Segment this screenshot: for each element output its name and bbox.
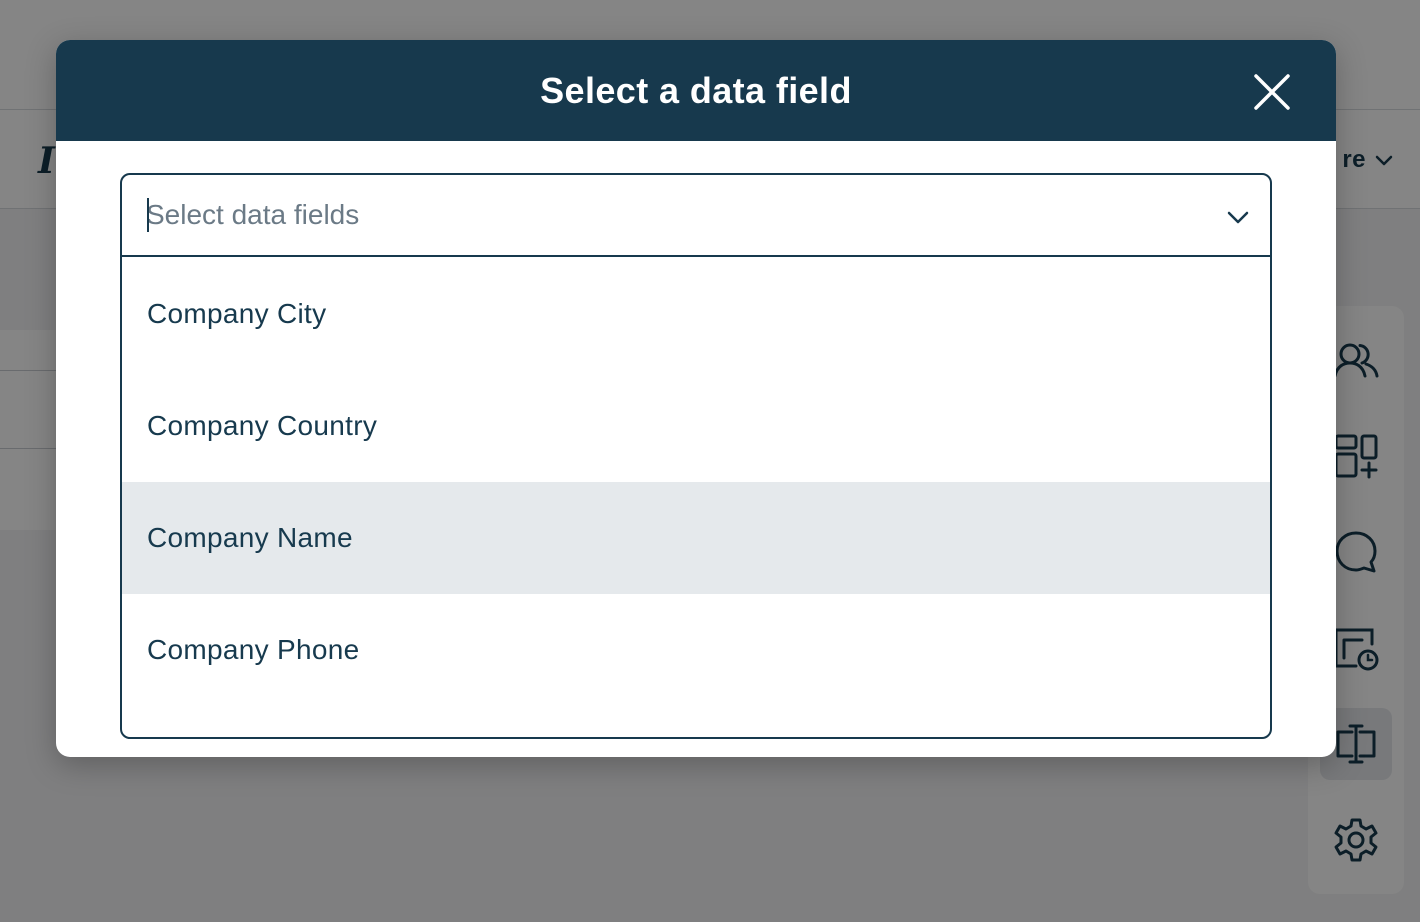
data-field-select[interactable]: Company City Company Country Company Nam… (120, 173, 1272, 739)
text-caret (147, 198, 149, 232)
close-icon (1254, 74, 1290, 110)
data-field-search-input[interactable] (146, 189, 1196, 241)
select-data-field-dialog: Select a data field Company City Company… (56, 40, 1336, 757)
option-company-city[interactable]: Company City (122, 258, 1270, 370)
close-button[interactable] (1252, 72, 1292, 112)
option-label: Company Phone (147, 634, 360, 665)
options-list: Company City Company Country Company Nam… (122, 258, 1270, 706)
option-label: Company Name (147, 522, 353, 553)
dialog-title: Select a data field (540, 69, 852, 111)
option-company-country[interactable]: Company Country (122, 370, 1270, 482)
select-toggle[interactable] (1226, 205, 1250, 229)
select-control[interactable] (122, 175, 1270, 257)
option-label: Company City (147, 298, 327, 329)
chevron-down-icon (1227, 211, 1249, 224)
option-label: Company Country (147, 410, 378, 441)
option-company-name[interactable]: Company Name (122, 482, 1270, 594)
dialog-header: Select a data field (56, 40, 1336, 141)
option-company-phone[interactable]: Company Phone (122, 594, 1270, 706)
